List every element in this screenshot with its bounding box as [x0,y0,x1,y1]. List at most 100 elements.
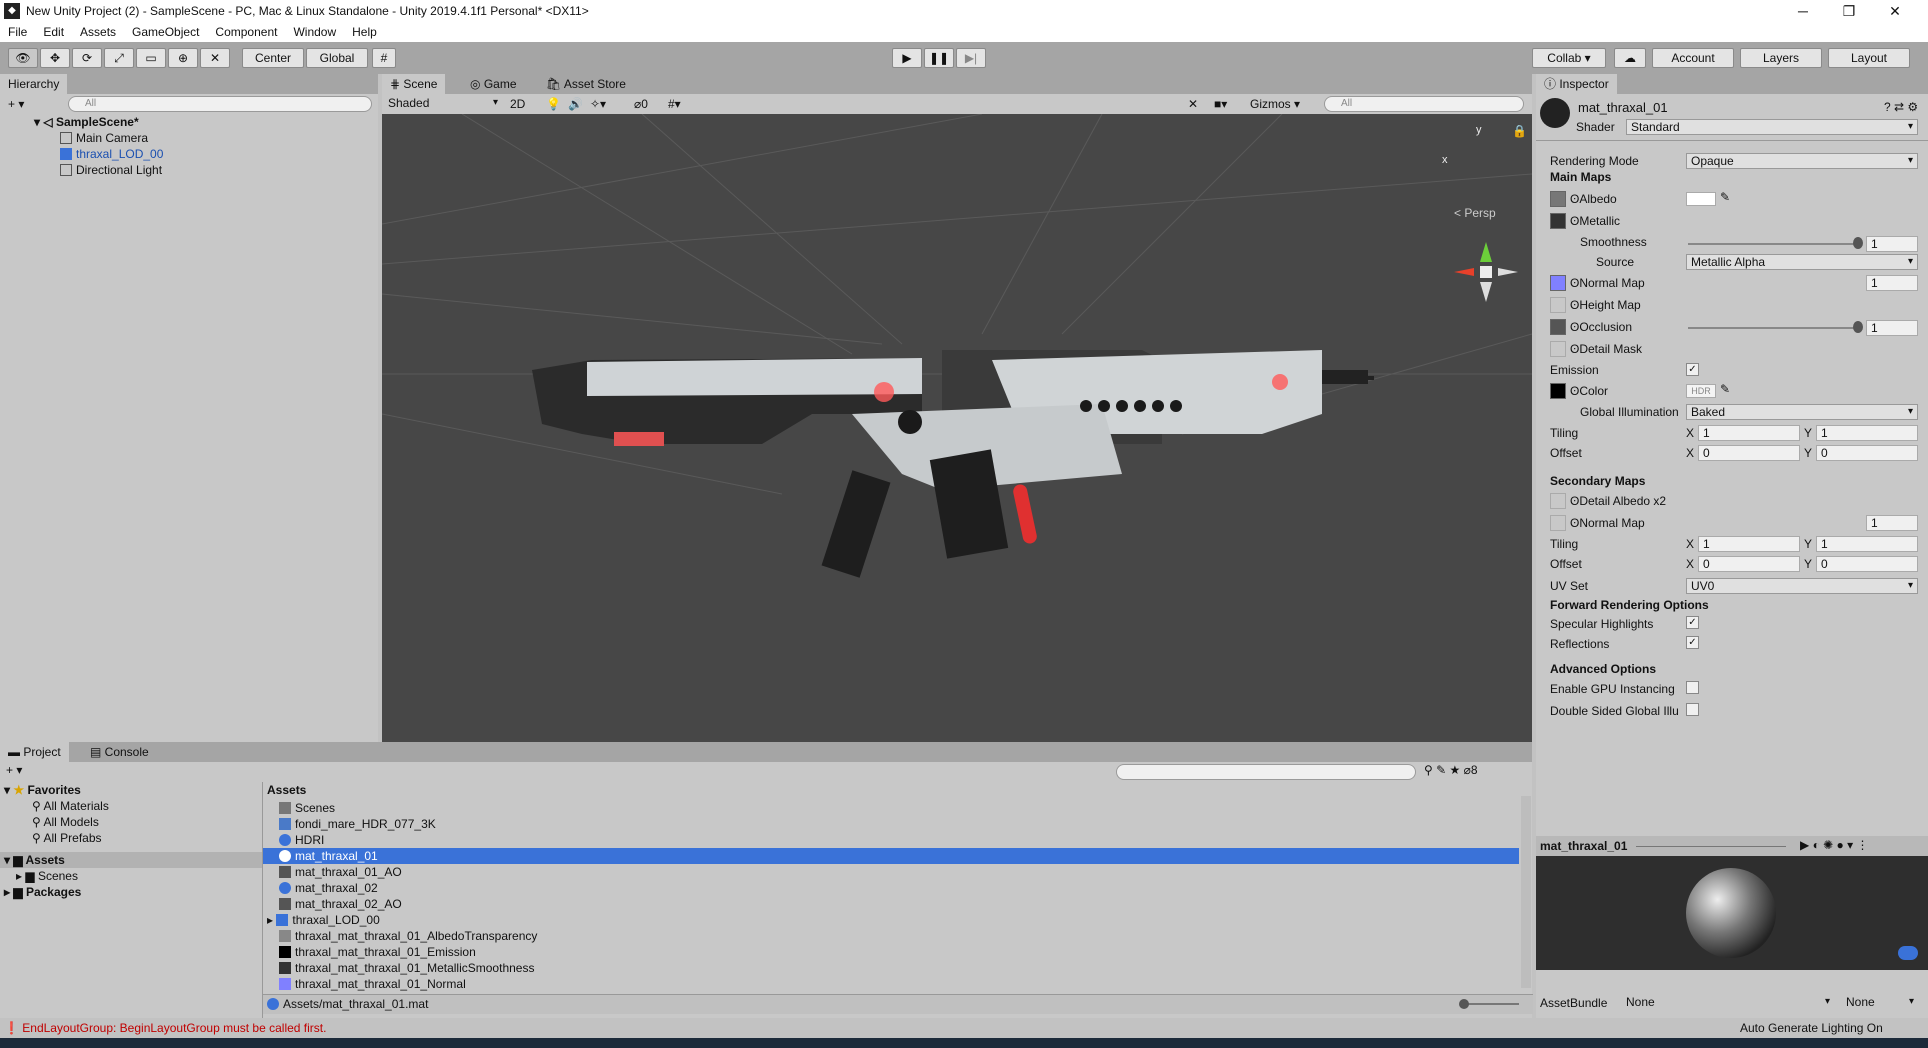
tab-console[interactable]: ▤ Console [82,742,157,762]
emission-texture-slot[interactable] [1550,383,1566,399]
help-settings-icon[interactable]: ? ⇄ ⚙ [1884,100,1918,114]
menu-component[interactable]: Component [207,25,285,39]
favorite-all-materials[interactable]: ⚲ All Materials [32,798,109,814]
specular-checkbox[interactable]: ✓ [1686,616,1699,629]
scenes-folder[interactable]: ▸ ▆ Scenes [16,868,78,884]
detail-normal-scale-field[interactable]: 1 [1866,515,1918,531]
uv-set-dropdown[interactable]: UV0 [1686,578,1918,594]
rect-tool-icon[interactable]: ▭ [136,48,166,68]
occlusion-texture-slot[interactable] [1550,319,1566,335]
asset-item[interactable]: HDRI [279,832,324,848]
occlusion-slider-track[interactable] [1688,327,1858,329]
menu-gameobject[interactable]: GameObject [124,25,207,39]
pivot-global-button[interactable]: Global [306,48,368,68]
cloud-icon[interactable]: ☁ [1614,48,1646,68]
effects-icon[interactable]: ✧▾ [590,96,606,112]
asset-item[interactable]: mat_thraxal_02_AO [279,896,402,912]
zoom-slider-knob[interactable] [1459,999,1469,1009]
grid-icon[interactable]: #▾ [668,96,681,112]
tiling2-x-field[interactable]: 1 [1698,536,1800,552]
offset-x-field[interactable]: 0 [1698,445,1800,461]
occlusion-value-field[interactable]: 1 [1866,320,1918,336]
shading-mode-dropdown[interactable]: Shaded [384,96,502,112]
albedo-color-field[interactable] [1686,192,1716,206]
smoothness-slider-track[interactable] [1688,243,1858,245]
play-button[interactable]: ▶ [892,48,922,68]
menu-help[interactable]: Help [344,25,385,39]
persp-label[interactable]: < Persp [1454,206,1496,220]
scene-search-input[interactable]: All [1324,96,1524,112]
lock-icon[interactable]: 🔒 [1512,124,1527,138]
gizmos-dropdown[interactable]: Gizmos ▾ [1250,96,1300,112]
menu-assets[interactable]: Assets [72,25,124,39]
detail-mask-texture-slot[interactable] [1550,341,1566,357]
tab-scene[interactable]: ⋕ Scene [382,74,446,94]
asset-item[interactable]: Scenes [279,800,335,816]
camera-icon[interactable]: ■▾ [1214,96,1227,112]
offset2-y-field[interactable]: 0 [1816,556,1918,572]
asset-item[interactable]: thraxal_mat_thraxal_01_Emission [279,944,476,960]
source-dropdown[interactable]: Metallic Alpha [1686,254,1918,270]
add-object-button[interactable]: + ▾ [8,96,24,112]
maximize-button[interactable]: ❐ [1826,0,1872,22]
detail-normal-texture-slot[interactable] [1550,515,1566,531]
scale-tool-icon[interactable]: ⤢ [104,48,134,68]
layout-dropdown[interactable]: Layout [1828,48,1910,68]
asset-item[interactable]: thraxal_mat_thraxal_01_AlbedoTransparenc… [279,928,537,944]
normal-map-texture-slot[interactable] [1550,275,1566,291]
view-tool-icon[interactable]: 👁 [8,48,38,68]
close-button[interactable]: ✕ [1872,0,1918,22]
project-search-input[interactable] [1116,764,1416,780]
rotate-tool-icon[interactable]: ⟳ [72,48,102,68]
double-sided-gi-checkbox[interactable] [1686,703,1699,716]
reflections-checkbox[interactable]: ✓ [1686,636,1699,649]
rendering-mode-dropdown[interactable]: Opaque [1686,153,1918,169]
eyedropper-icon[interactable]: ✎ [1720,190,1730,204]
scene-root[interactable]: ▾ ◁ SampleScene* [34,114,139,130]
error-message[interactable]: ❗ EndLayoutGroup: BeginLayoutGroup must … [4,1021,326,1035]
tab-asset-store[interactable]: 🛍 Asset Store [538,74,634,94]
gi-dropdown[interactable]: Baked [1686,404,1918,420]
asset-item[interactable]: thraxal_mat_thraxal_01_Normal [279,976,466,992]
assetbundle-variant-dropdown[interactable]: None [1842,995,1918,1011]
emission-checkbox[interactable]: ✓ [1686,363,1699,376]
gpu-instancing-checkbox[interactable] [1686,681,1699,694]
tab-hierarchy[interactable]: Hierarchy [0,74,68,94]
hierarchy-item-directional-light[interactable]: Directional Light [60,162,162,178]
emission-hdr-color-field[interactable]: HDR [1686,384,1716,398]
collab-button[interactable]: Collab ▾ [1532,48,1606,68]
occlusion-slider-knob[interactable] [1853,321,1863,333]
lighting-icon[interactable]: 💡 [546,96,561,112]
tiling2-y-field[interactable]: 1 [1816,536,1918,552]
create-asset-button[interactable]: + ▾ [6,762,22,778]
step-button[interactable]: ▶| [956,48,986,68]
preview-settings-icon[interactable] [1898,946,1918,960]
project-filter-icons[interactable]: ⚲ ✎ ★ ⌀8 [1424,762,1478,778]
smoothness-slider-knob[interactable] [1853,237,1863,249]
pivot-center-button[interactable]: Center [242,48,304,68]
custom-tool-icon[interactable]: ✕ [200,48,230,68]
minimize-button[interactable]: ─ [1780,0,1826,22]
metallic-texture-slot[interactable] [1550,213,1566,229]
audio-icon[interactable]: 🔊 [568,96,583,112]
tiling-y-field[interactable]: 1 [1816,425,1918,441]
offset2-x-field[interactable]: 0 [1698,556,1800,572]
albedo-texture-slot[interactable] [1550,191,1566,207]
asset-item-selected[interactable]: mat_thraxal_01 [263,848,1519,864]
hidden-objects-toggle[interactable]: ⌀0 [634,96,648,112]
scene-orientation-gizmo[interactable] [1454,242,1518,302]
offset-y-field[interactable]: 0 [1816,445,1918,461]
preview-controls-icon[interactable]: ▶ ◐ ✺ ● ▾ ⋮ [1800,838,1868,852]
hierarchy-search-input[interactable]: All [68,96,372,112]
hierarchy-item-thraxal[interactable]: thraxal_LOD_00 [60,146,163,162]
tab-game[interactable]: ◎ Game [462,74,525,94]
asset-item[interactable]: fondi_mare_HDR_077_3K [279,816,436,832]
asset-item[interactable]: mat_thraxal_02 [279,880,378,896]
tab-project[interactable]: ▬ Project [0,742,69,762]
packages-folder[interactable]: ▸ ▆ Packages [4,884,81,900]
scene-viewport[interactable]: y x < Persp 🔒 [382,114,1532,742]
assetbundle-dropdown[interactable]: None [1622,995,1834,1011]
asset-item[interactable]: mat_thraxal_01_AO [279,864,402,880]
tiling-x-field[interactable]: 1 [1698,425,1800,441]
detail-albedo-texture-slot[interactable] [1550,493,1566,509]
